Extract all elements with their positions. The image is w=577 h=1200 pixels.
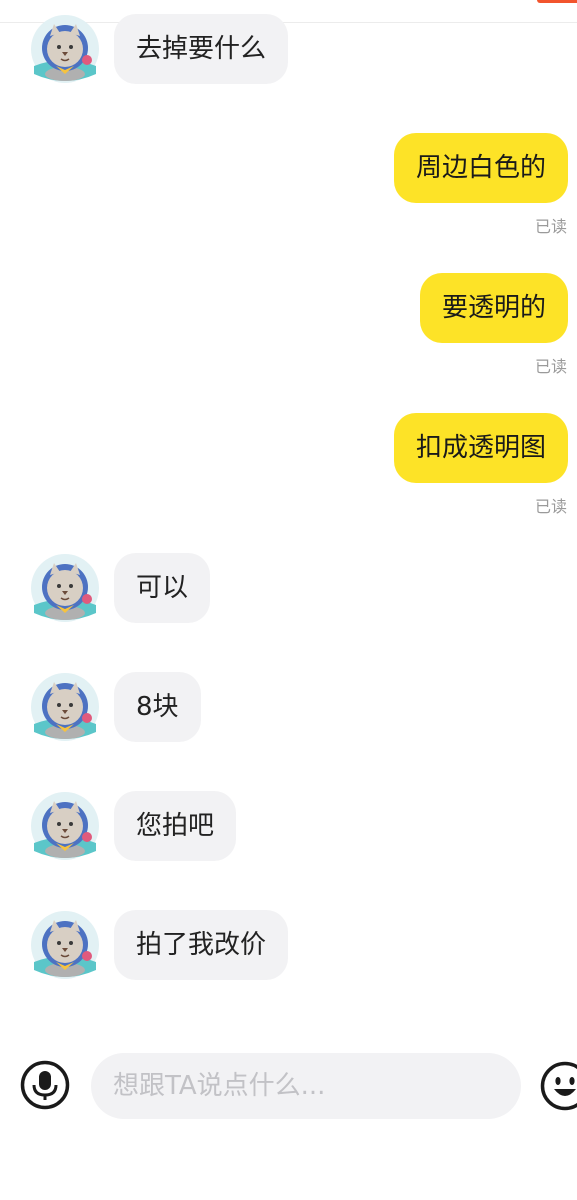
contact-avatar-icon[interactable] (30, 14, 100, 84)
message-bubble[interactable]: 您拍吧 (114, 791, 237, 861)
message-input-bar (0, 1040, 577, 1140)
message-bubble[interactable]: 去掉要什么 (114, 14, 289, 84)
incoming-message: 8块 (0, 672, 577, 742)
top-accent-tab[interactable] (537, 0, 577, 3)
message-bubble[interactable]: 8块 (114, 672, 201, 742)
contact-avatar-icon[interactable] (30, 553, 100, 623)
outgoing-message: 周边白色的 已读 (0, 133, 577, 239)
outgoing-message: 扣成透明图 已读 (0, 413, 577, 519)
message-bubble[interactable]: 要透明的 (419, 273, 568, 343)
incoming-message: 拍了我改价 (0, 910, 577, 980)
contact-avatar-icon[interactable] (30, 672, 100, 742)
read-receipt: 已读 (534, 497, 567, 516)
message-bubble[interactable]: 周边白色的 (393, 133, 568, 203)
message-bubble[interactable]: 扣成透明图 (393, 413, 568, 483)
message-bubble[interactable]: 拍了我改价 (114, 910, 289, 980)
incoming-message: 您拍吧 (0, 791, 577, 861)
outgoing-message: 要透明的 已读 (0, 273, 577, 379)
incoming-message: 可以 (0, 553, 577, 623)
read-receipt: 已读 (534, 217, 567, 236)
microphone-icon[interactable] (20, 1060, 70, 1110)
incoming-message: 去掉要什么 (0, 14, 577, 84)
message-bubble[interactable]: 可以 (114, 553, 211, 623)
read-receipt: 已读 (534, 357, 567, 376)
smiley-face-icon[interactable] (540, 1061, 577, 1111)
contact-avatar-icon[interactable] (30, 910, 100, 980)
message-input[interactable] (91, 1053, 521, 1119)
contact-avatar-icon[interactable] (30, 791, 100, 861)
